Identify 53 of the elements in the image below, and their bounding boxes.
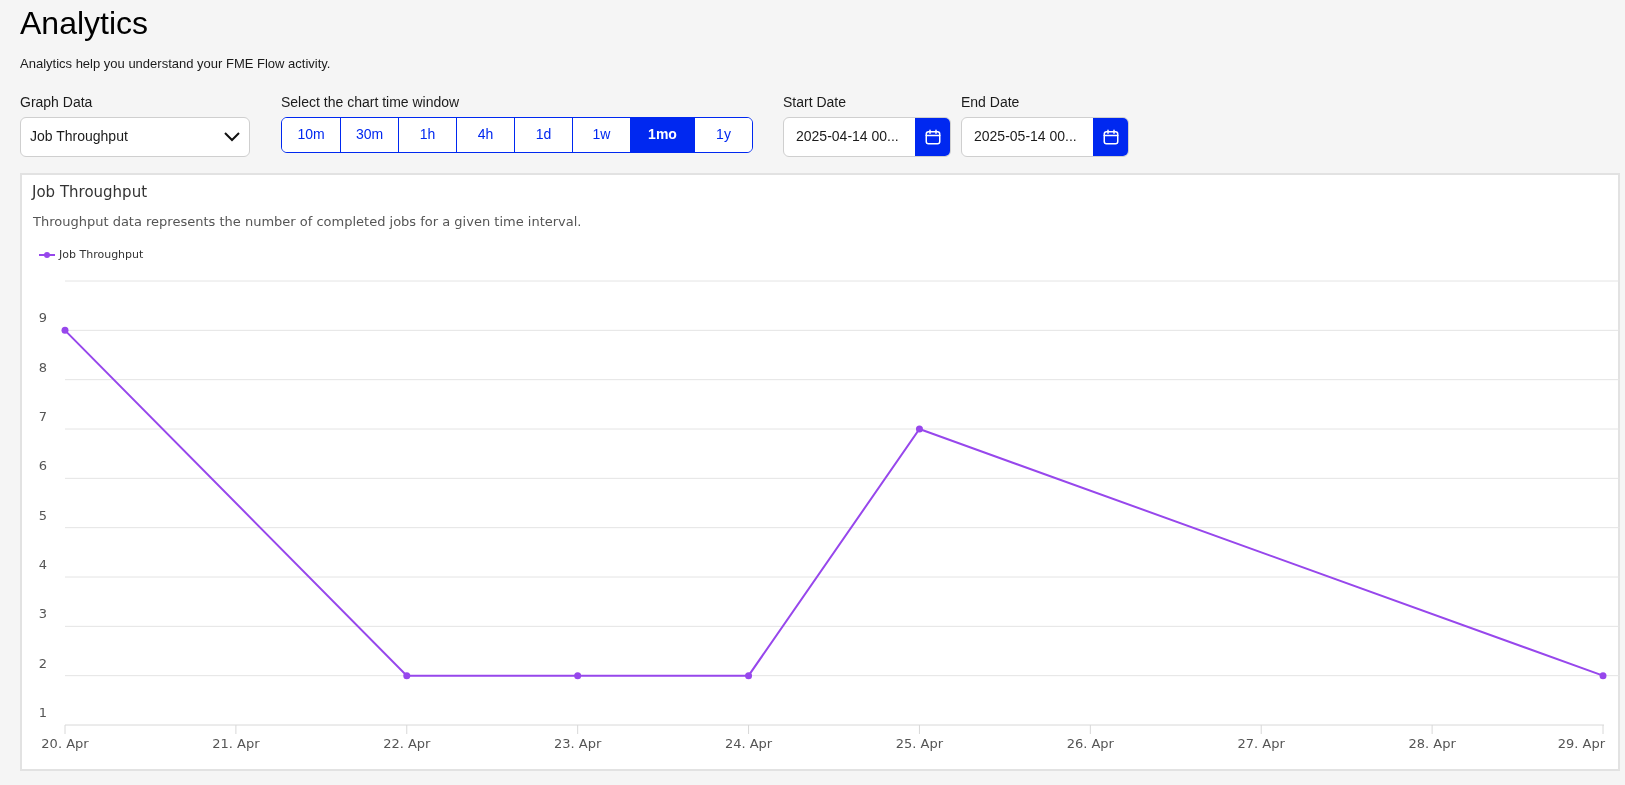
data-point (403, 671, 411, 679)
x-axis-label: 24. Apr (724, 735, 773, 751)
field-label: Graph Data (20, 92, 94, 112)
data-point (1599, 671, 1607, 679)
x-axis-label: 20. Apr (41, 735, 89, 751)
page-subtitle: Analytics help you understand your FME Flow activity. (20, 55, 332, 73)
graph-data-dropdown[interactable]: Job Throughput (20, 116, 250, 157)
data-point (574, 671, 582, 679)
y-axis-label: 1 (38, 704, 47, 720)
calendar-button[interactable] (915, 117, 950, 156)
calendar-icon (923, 127, 942, 146)
y-axis-label: 4 (38, 556, 47, 572)
y-axis-label: 9 (38, 309, 47, 325)
x-axis-label: 23. Apr (554, 735, 602, 751)
calendar-button[interactable] (1093, 117, 1128, 156)
x-axis-label: 26. Apr (1066, 735, 1114, 751)
x-axis-label: 22. Apr (383, 735, 431, 751)
chevron-down-icon (224, 131, 240, 142)
field-label: End Date (961, 92, 1021, 112)
x-axis-label: 28. Apr (1408, 735, 1456, 751)
time-window-tab[interactable]: 1w (572, 117, 630, 152)
date-value: 2025-04-14 00... (795, 127, 900, 146)
y-axis-label: 2 (38, 655, 47, 671)
calendar-icon (1101, 127, 1120, 146)
y-axis-label: 3 (38, 605, 47, 621)
chart-description: Throughput data represents the number of completed jobs for a given time interval. (33, 212, 583, 231)
data-point (61, 326, 69, 334)
time-window-tab[interactable]: 1d (514, 117, 572, 152)
x-axis-label: 21. Apr (212, 735, 260, 751)
field-label: Select the chart time window (281, 92, 461, 112)
y-axis-label: 7 (38, 408, 47, 424)
page-title: Analytics (20, 4, 150, 42)
y-axis-label: 6 (38, 457, 47, 473)
x-axis-label: 29. Apr (1557, 735, 1605, 751)
field-label: Start Date (783, 92, 848, 112)
time-window-tab[interactable]: 1mo (630, 117, 694, 152)
date-field[interactable]: 2025-05-14 00... (961, 116, 1129, 157)
x-axis-label: 25. Apr (895, 735, 944, 751)
time-window-tab[interactable]: 1y (694, 117, 752, 152)
time-window-tab[interactable]: 30m (340, 117, 398, 152)
legend-line-icon (39, 251, 55, 260)
x-axis-label: 27. Apr (1237, 735, 1285, 751)
chart-title: Job Throughput (32, 181, 148, 203)
time-window-tab[interactable]: 10m (282, 117, 340, 152)
time-window-tab[interactable]: 4h (456, 117, 514, 152)
date-field[interactable]: 2025-04-14 00... (783, 116, 951, 157)
time-window-tab[interactable]: 1h (398, 117, 456, 152)
legend-label: Job Throughput (59, 247, 144, 263)
y-axis-label: 8 (38, 359, 47, 375)
y-axis-label: 5 (38, 507, 47, 523)
data-point (915, 425, 923, 432)
data-point (745, 671, 753, 679)
date-value: 2025-05-14 00... (973, 127, 1078, 146)
